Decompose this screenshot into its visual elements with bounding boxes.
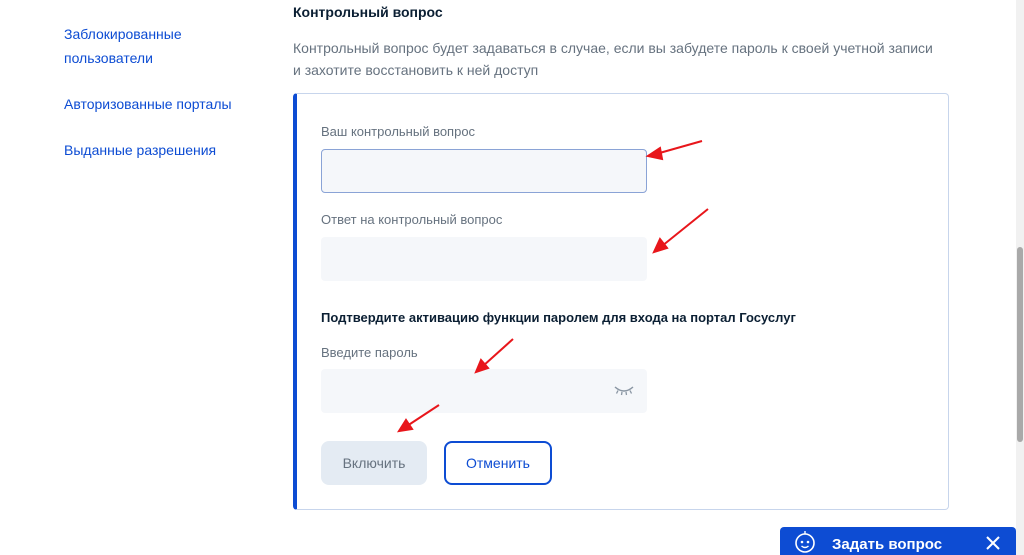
eye-closed-icon[interactable] <box>613 383 635 397</box>
security-question-card: Ваш контрольный вопрос Ответ на контроль… <box>293 93 949 510</box>
section-title: Контрольный вопрос <box>293 4 443 20</box>
question-label: Ваш контрольный вопрос <box>321 124 476 139</box>
ask-question-label: Задать вопрос <box>832 536 943 553</box>
ask-question-widget[interactable]: Задать вопрос <box>780 527 1016 555</box>
cancel-button[interactable]: Отменить <box>444 441 552 485</box>
confirm-instruction: Подтвердите активацию функции паролем дл… <box>321 310 796 325</box>
page-scrollbar[interactable] <box>1016 0 1024 555</box>
sidebar-item-issued-permissions[interactable]: Выданные разрешения <box>64 138 216 162</box>
answer-label: Ответ на контрольный вопрос <box>321 212 503 227</box>
close-icon[interactable] <box>986 536 1000 550</box>
sidebar-item-authorized-portals[interactable]: Авторизованные порталы <box>64 92 232 116</box>
password-field-wrapper <box>321 369 647 413</box>
scrollbar-thumb[interactable] <box>1017 247 1023 442</box>
question-input[interactable] <box>321 149 647 193</box>
section-description: Контрольный вопрос будет задаваться в сл… <box>293 40 933 78</box>
password-label: Введите пароль <box>321 345 418 360</box>
answer-input[interactable] <box>321 237 647 281</box>
enable-button[interactable]: Включить <box>321 441 427 485</box>
sidebar-item-blocked-users[interactable]: Заблокированные пользователи <box>64 22 214 70</box>
password-input[interactable] <box>321 369 647 413</box>
robot-assistant-icon <box>795 531 815 553</box>
